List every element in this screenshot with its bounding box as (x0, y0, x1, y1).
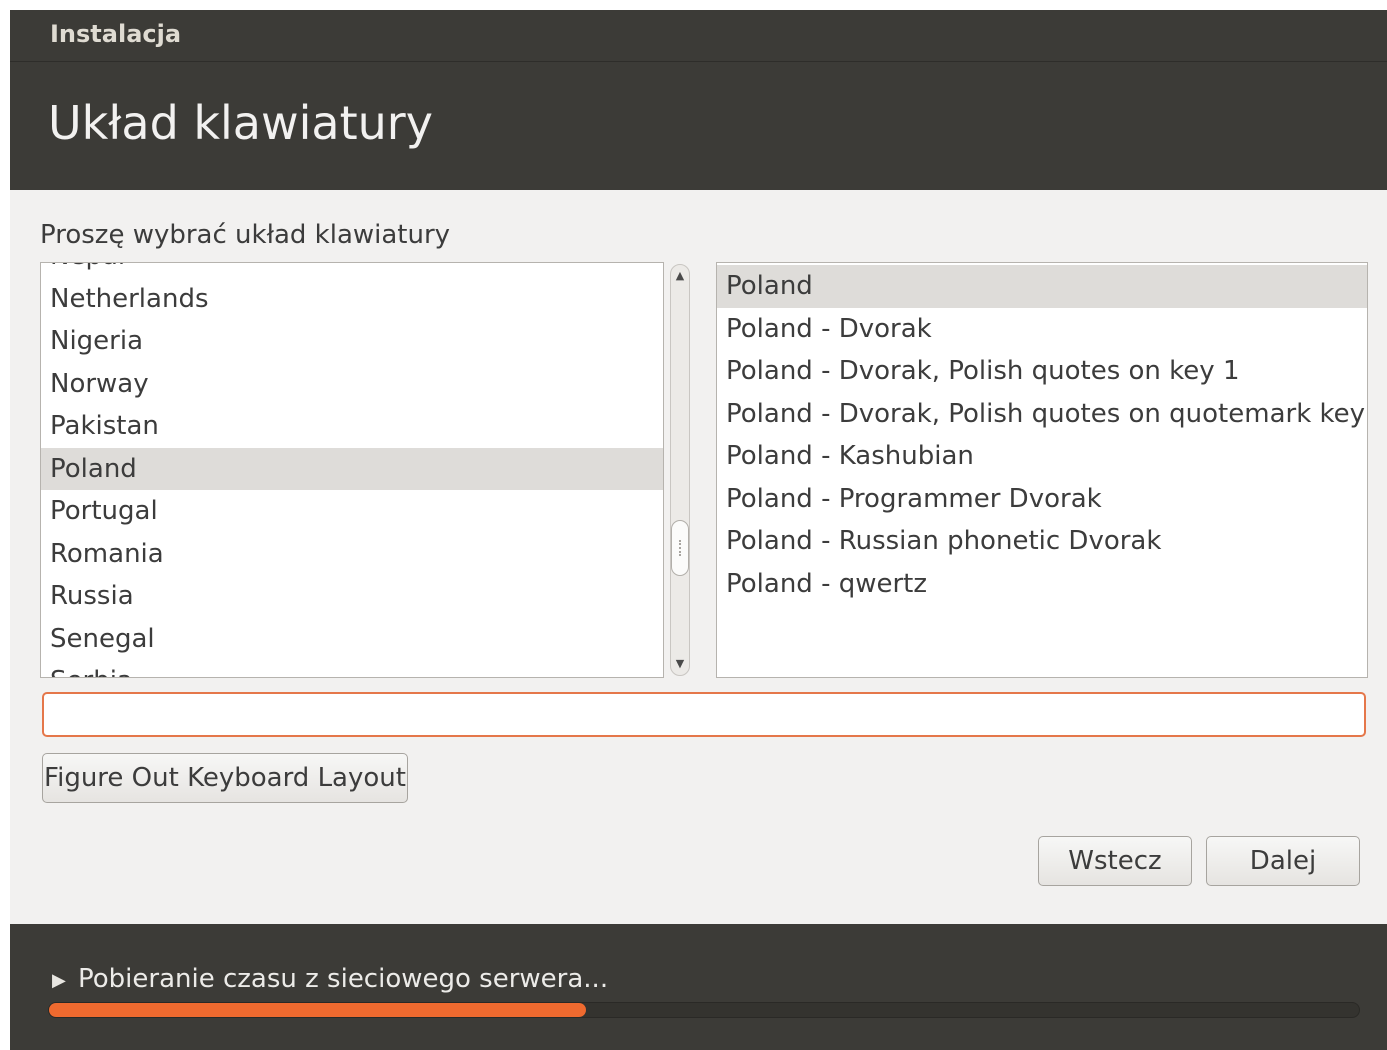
country-list-item[interactable]: Serbia (41, 660, 663, 677)
variant-list[interactable]: Poland Poland - Dvorak Poland - Dvorak, Po… (716, 262, 1368, 678)
country-list[interactable]: NepalNetherlandsNigeriaNorwayPakistanPol… (40, 262, 664, 678)
back-button[interactable]: Wstecz (1038, 836, 1192, 886)
header: Instalacja Układ klawiatury (10, 10, 1387, 190)
header-divider (10, 61, 1387, 62)
country-list-item[interactable]: Nigeria (41, 320, 663, 363)
progress-bar (48, 1002, 1360, 1018)
variant-list-item[interactable]: Poland - Programmer Dvorak (717, 478, 1367, 521)
scrollbar-thumb[interactable] (671, 520, 689, 576)
installer-window: Instalacja Układ klawiatury Proszę wybra… (10, 10, 1387, 1050)
expander-triangle-icon[interactable]: ▶ (52, 970, 66, 991)
scroll-up-arrow-icon[interactable]: ▲ (670, 266, 690, 286)
variant-list-item[interactable]: Poland - Dvorak (717, 308, 1367, 351)
country-list-item[interactable]: Netherlands (41, 278, 663, 321)
window-title: Instalacja (50, 20, 182, 48)
page-title: Układ klawiatury (48, 96, 433, 150)
variant-list-item[interactable]: Poland - Dvorak, Polish quotes on key 1 (717, 350, 1367, 393)
country-list-item[interactable]: Portugal (41, 490, 663, 533)
country-list-item[interactable]: Poland (41, 447, 663, 490)
layout-test-input[interactable] (42, 692, 1366, 737)
scrollbar-trough[interactable] (670, 264, 690, 676)
scroll-down-arrow-icon[interactable]: ▼ (670, 654, 690, 674)
prompt-label: Proszę wybrać układ klawiatury (40, 220, 451, 250)
variant-list-item[interactable]: Poland - qwertz (717, 563, 1367, 606)
progress-fill (49, 1003, 587, 1017)
status-text[interactable]: Pobieranie czasu z sieciowego serwera... (78, 964, 608, 994)
country-list-scrollbar[interactable]: ▲ ▼ (668, 262, 692, 678)
footer: ▶ Pobieranie czasu z sieciowego serwera.… (10, 924, 1387, 1050)
figure-out-layout-button[interactable]: Figure Out Keyboard Layout (42, 753, 408, 803)
variant-list-item[interactable]: Poland - Kashubian (717, 435, 1367, 478)
variant-list-item[interactable]: Poland (717, 265, 1367, 308)
country-list-item[interactable]: Norway (41, 363, 663, 406)
next-button[interactable]: Dalej (1206, 836, 1360, 886)
country-list-item[interactable]: Pakistan (41, 405, 663, 448)
variant-list-item[interactable]: Poland - Dvorak, Polish quotes on quotem… (717, 393, 1367, 436)
variant-list-item[interactable]: Poland - Russian phonetic Dvorak (717, 520, 1367, 563)
country-list-item[interactable]: Nepal (41, 263, 663, 278)
grip-icon (679, 540, 683, 556)
country-list-item[interactable]: Senegal (41, 618, 663, 661)
country-list-item[interactable]: Russia (41, 575, 663, 618)
country-list-item[interactable]: Romania (41, 533, 663, 576)
